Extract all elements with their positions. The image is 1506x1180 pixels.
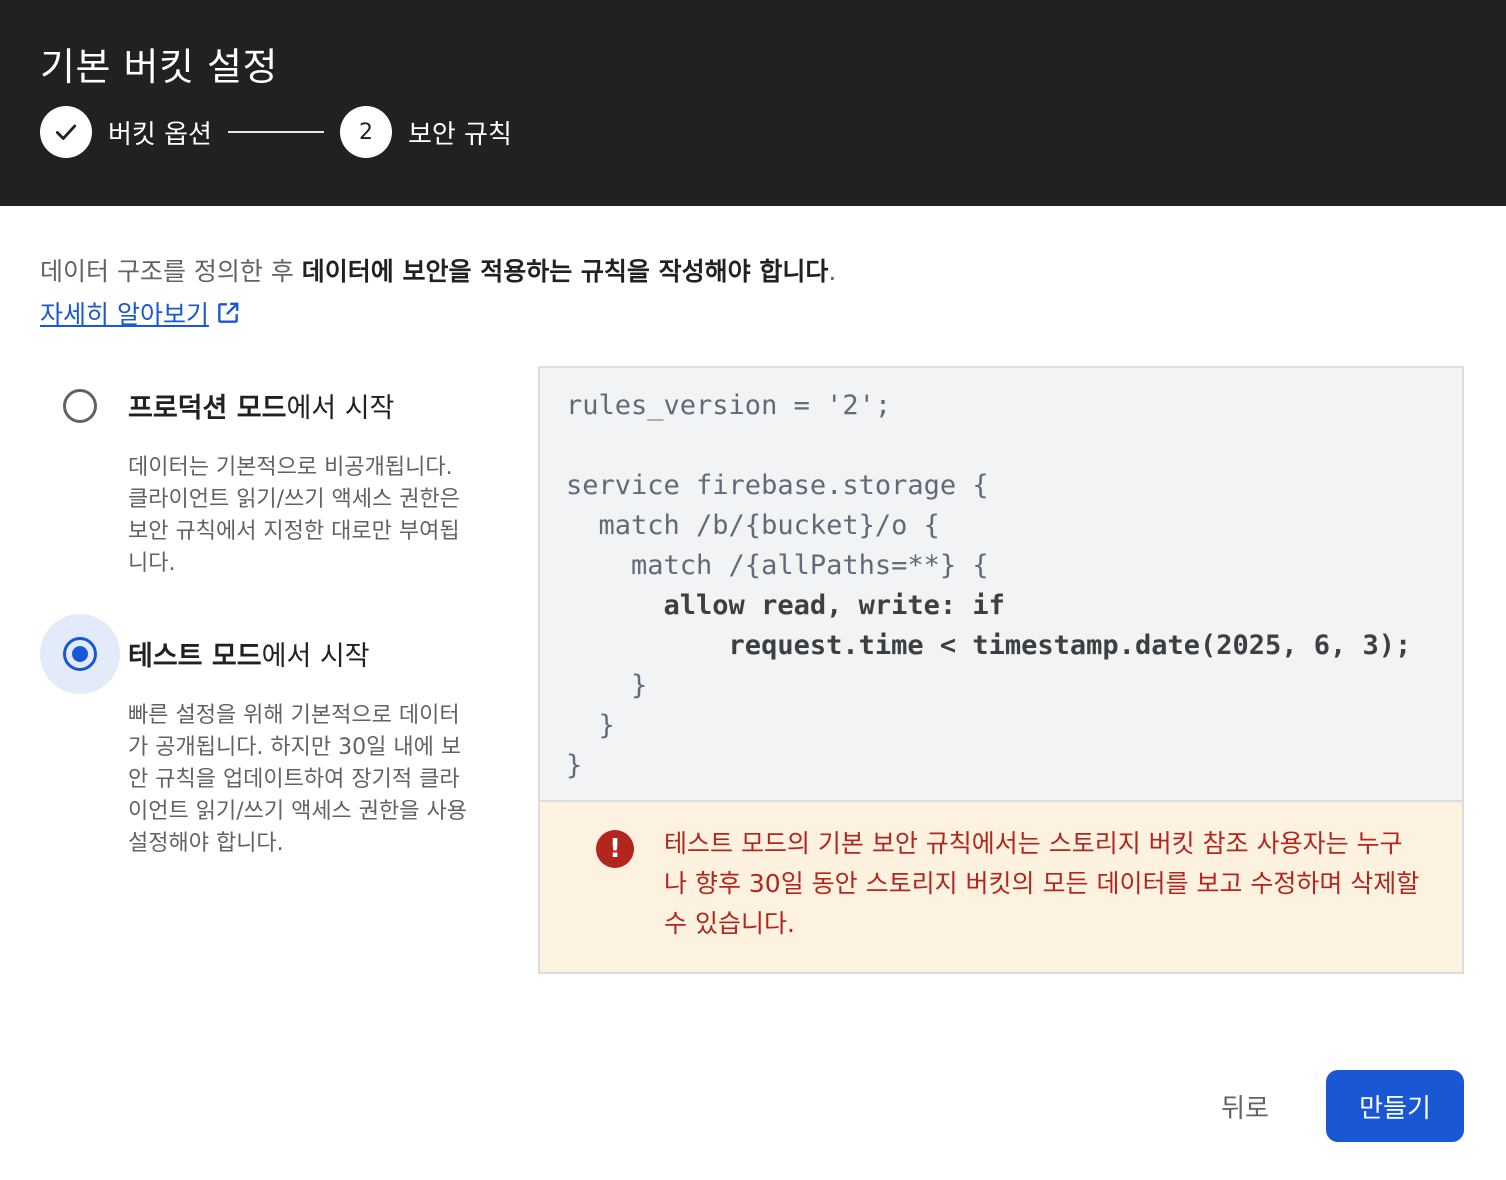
step-connector xyxy=(227,131,324,133)
intro-bold: 데이터에 보안을 적용하는 규칙을 작성해야 합니다 xyxy=(301,257,829,286)
option-test[interactable]: 테스트 모드에서 시작 빠른 설정을 위해 기본적으로 데이터가 공개됩니다. … xyxy=(40,614,480,864)
error-icon: ! xyxy=(596,830,634,868)
rules-panel: rules_version = '2'; service firebase.st… xyxy=(538,366,1464,974)
learn-more-label: 자세히 알아보기 xyxy=(40,300,209,329)
intro-text: 데이터 구조를 정의한 후 데이터에 보안을 적용하는 규칙을 작성해야 합니다… xyxy=(40,252,836,288)
code-line: service firebase.storage { xyxy=(566,470,989,501)
test-radio[interactable] xyxy=(40,614,120,694)
learn-more-link[interactable]: 자세히 알아보기 xyxy=(40,295,241,331)
dialog-header: 기본 버킷 설정 버킷 옵션 2 보안 규칙 xyxy=(0,0,1506,206)
warning-text: 테스트 모드의 기본 보안 규칙에서는 스토리지 버킷 참조 사용자는 누구나 … xyxy=(664,829,1420,938)
intro-plain: 데이터 구조를 정의한 후 xyxy=(40,257,302,286)
production-radio[interactable] xyxy=(40,366,120,446)
stepper: 버킷 옵션 2 보안 규칙 xyxy=(40,106,528,158)
create-button[interactable]: 만들기 xyxy=(1326,1070,1464,1142)
code-line: rules_version = '2'; xyxy=(566,390,892,421)
code-line: } xyxy=(566,750,583,781)
code-line-highlight: allow read, write: if xyxy=(566,590,1005,621)
back-button[interactable]: 뒤로 xyxy=(1200,1074,1290,1138)
dialog-title: 기본 버킷 설정 xyxy=(40,45,278,89)
option-production[interactable]: 프로덕션 모드에서 시작 데이터는 기본적으로 비공개됩니다. 클라이언트 읽기… xyxy=(40,366,480,596)
production-description: 데이터는 기본적으로 비공개됩니다. 클라이언트 읽기/쓰기 액세스 권한은 보… xyxy=(128,455,460,576)
step-1-check-icon xyxy=(40,106,92,158)
warning-banner: ! 테스트 모드의 기본 보안 규칙에서는 스토리지 버킷 참조 사용자는 누구… xyxy=(540,800,1462,972)
radio-circle xyxy=(63,389,97,423)
code-line: match /b/{bucket}/o { xyxy=(566,510,940,541)
code-line: } xyxy=(566,710,615,741)
production-title: 프로덕션 모드에서 시작 xyxy=(128,393,395,424)
step-2-number: 2 xyxy=(339,106,392,158)
test-title: 테스트 모드에서 시작 xyxy=(128,641,370,672)
intro-end: . xyxy=(828,257,837,286)
external-link-icon xyxy=(218,302,239,323)
code-line: } xyxy=(566,670,648,701)
code-line: match /{allPaths=**} { xyxy=(566,550,989,581)
radio-circle-selected xyxy=(63,637,97,671)
step-1-label: 버킷 옵션 xyxy=(108,119,212,150)
rules-code: rules_version = '2'; service firebase.st… xyxy=(566,386,1411,786)
test-description: 빠른 설정을 위해 기본적으로 데이터가 공개됩니다. 하지만 30일 내에 보… xyxy=(128,703,467,856)
code-line-highlight: request.time < timestamp.date(2025, 6, 3… xyxy=(566,630,1412,661)
step-2-label: 보안 규칙 xyxy=(407,119,512,150)
